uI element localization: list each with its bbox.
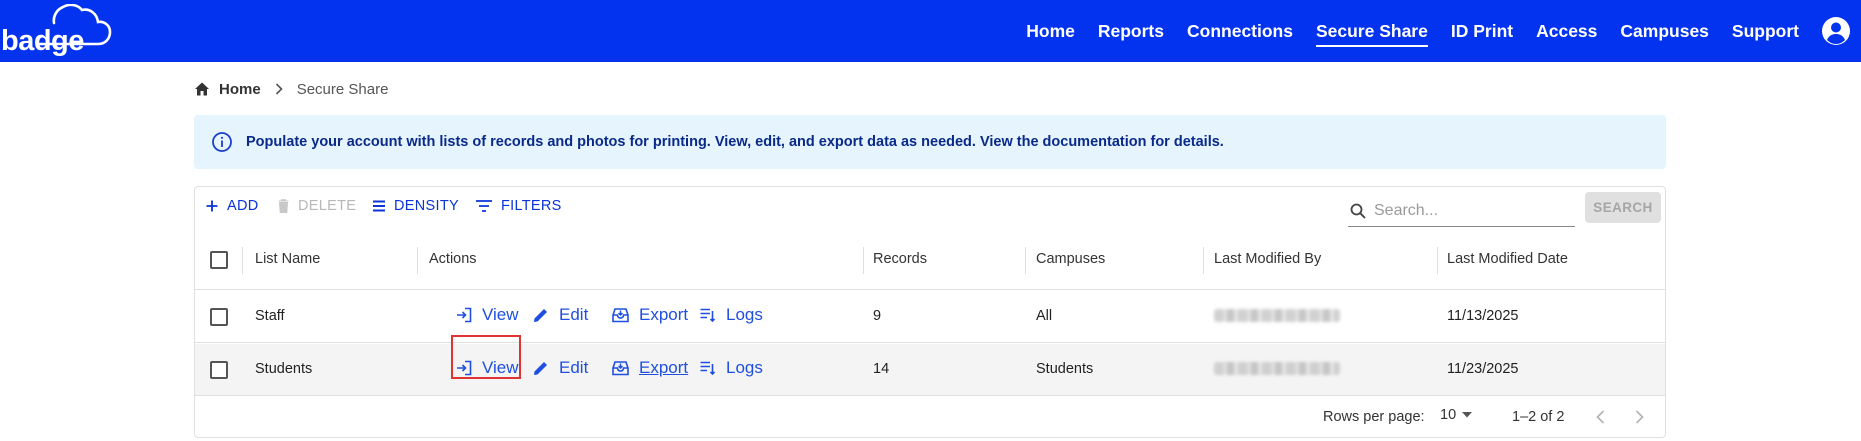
logs-action[interactable]: Logs bbox=[700, 305, 763, 325]
filters-button-label: FILTERS bbox=[501, 198, 562, 214]
home-icon bbox=[195, 82, 209, 96]
list-name-cell: Students bbox=[255, 361, 313, 377]
header-list-name[interactable]: List Name bbox=[255, 251, 320, 267]
density-icon bbox=[373, 200, 385, 212]
logs-action-label: Logs bbox=[726, 305, 763, 324]
row-checkbox[interactable] bbox=[210, 361, 228, 379]
column-separator[interactable] bbox=[863, 247, 864, 274]
login-icon bbox=[457, 307, 472, 323]
nav-item-reports[interactable]: Reports bbox=[1098, 0, 1164, 62]
export-tray-icon bbox=[612, 361, 629, 376]
export-action-label: Export bbox=[639, 358, 689, 377]
column-separator[interactable] bbox=[417, 247, 418, 274]
filters-button[interactable]: FILTERS bbox=[476, 198, 562, 214]
rows-per-page-value: 10 bbox=[1440, 407, 1457, 423]
export-tray-icon bbox=[612, 308, 629, 323]
trash-icon bbox=[278, 199, 289, 213]
pencil-icon bbox=[534, 309, 547, 322]
nav-item-home[interactable]: Home bbox=[1026, 0, 1075, 62]
view-action-label: View bbox=[482, 358, 519, 377]
info-icon bbox=[212, 132, 232, 152]
filter-icon bbox=[476, 200, 492, 212]
header-last-modified-by[interactable]: Last Modified By bbox=[1214, 251, 1321, 267]
breadcrumb-current: Secure Share bbox=[296, 80, 389, 98]
main-nav: Home Reports Connections Secure Share ID… bbox=[1003, 0, 1861, 62]
app-header: badge Home Reports Connections Secure Sh… bbox=[0, 0, 1861, 62]
pagination-range: 1–2 of 2 bbox=[1512, 409, 1565, 425]
list-name-cell: Staff bbox=[255, 308, 285, 324]
delete-button-label: DELETE bbox=[298, 198, 357, 214]
view-action-label: View bbox=[482, 305, 519, 324]
account-circle-icon[interactable] bbox=[1821, 16, 1851, 46]
last-modified-date-cell: 11/23/2025 bbox=[1447, 361, 1519, 377]
redacted-last-modified-by bbox=[1214, 362, 1340, 375]
nav-item-connections[interactable]: Connections bbox=[1187, 0, 1293, 62]
chevron-right-icon[interactable] bbox=[1627, 405, 1651, 429]
breadcrumb: Home Secure Share bbox=[194, 79, 388, 99]
header-actions[interactable]: Actions bbox=[429, 251, 477, 267]
nav-item-secure-share[interactable]: Secure Share bbox=[1315, 0, 1428, 62]
campuses-cell: All bbox=[1036, 308, 1053, 324]
plus-icon bbox=[206, 200, 218, 212]
table-header-row: List Name Actions Records Campuses Last … bbox=[195, 232, 1665, 290]
column-separator[interactable] bbox=[1025, 247, 1026, 274]
logo-text: badge bbox=[1, 25, 84, 57]
edit-action[interactable]: Edit bbox=[533, 305, 588, 325]
edit-action-label: Edit bbox=[559, 305, 589, 324]
table-row[interactable]: Students View Edit Export Logs 14 Studen… bbox=[195, 344, 1665, 396]
chevron-right-icon bbox=[275, 83, 283, 95]
info-banner: Populate your account with lists of reco… bbox=[194, 115, 1666, 169]
select-all-checkbox[interactable] bbox=[210, 251, 228, 269]
rows-per-page-select[interactable]: 10 bbox=[1440, 407, 1473, 423]
nav-item-id-print[interactable]: ID Print bbox=[1451, 0, 1513, 62]
export-action-label: Export bbox=[639, 305, 689, 324]
search-button[interactable]: SEARCH bbox=[1585, 192, 1661, 223]
logs-action[interactable]: Logs bbox=[700, 358, 763, 378]
badge-logo[interactable]: badge bbox=[0, 4, 112, 58]
header-records[interactable]: Records bbox=[873, 251, 927, 267]
nav-item-support[interactable]: Support bbox=[1732, 0, 1799, 62]
table-row[interactable]: Staff View Edit Export Logs 9 All 11/13/… bbox=[195, 291, 1665, 343]
nav-item-access[interactable]: Access bbox=[1536, 0, 1597, 62]
caret-down-icon bbox=[1462, 412, 1473, 418]
logs-action-label: Logs bbox=[726, 358, 763, 377]
list-sort-icon bbox=[700, 308, 716, 323]
login-icon bbox=[457, 360, 472, 376]
column-separator[interactable] bbox=[1203, 247, 1204, 274]
search-icon bbox=[1350, 203, 1366, 219]
last-modified-date-cell: 11/13/2025 bbox=[1447, 308, 1519, 324]
edit-action-label: Edit bbox=[559, 358, 589, 377]
add-button[interactable]: ADD bbox=[206, 198, 259, 214]
edit-action[interactable]: Edit bbox=[533, 358, 588, 378]
campuses-cell: Students bbox=[1036, 361, 1094, 377]
lists-data-grid: ADD DELETE DENSITY FILTERS SEARCH List N… bbox=[194, 186, 1666, 438]
list-sort-icon bbox=[700, 361, 716, 376]
grid-toolbar: ADD DELETE DENSITY FILTERS SEARCH bbox=[195, 187, 1665, 227]
records-cell: 9 bbox=[873, 308, 882, 324]
redacted-last-modified-by bbox=[1214, 309, 1340, 322]
density-button[interactable]: DENSITY bbox=[373, 198, 459, 214]
view-action[interactable]: View bbox=[456, 305, 519, 325]
density-button-label: DENSITY bbox=[394, 198, 459, 214]
search-field bbox=[1348, 195, 1575, 227]
info-banner-text: Populate your account with lists of reco… bbox=[246, 134, 1224, 150]
breadcrumb-home-link[interactable]: Home bbox=[219, 81, 261, 98]
pencil-icon bbox=[534, 362, 547, 375]
header-last-modified-date[interactable]: Last Modified Date bbox=[1447, 251, 1568, 267]
column-separator[interactable] bbox=[242, 247, 243, 274]
records-cell: 14 bbox=[873, 361, 890, 377]
search-input[interactable] bbox=[1374, 201, 1554, 220]
add-button-label: ADD bbox=[227, 198, 259, 214]
export-action[interactable]: Export bbox=[612, 358, 688, 378]
export-action[interactable]: Export bbox=[612, 305, 688, 325]
nav-item-campuses[interactable]: Campuses bbox=[1620, 0, 1709, 62]
row-checkbox[interactable] bbox=[210, 308, 228, 326]
view-action[interactable]: View bbox=[456, 358, 519, 378]
delete-button[interactable]: DELETE bbox=[278, 198, 356, 214]
rows-per-page-label: Rows per page: bbox=[1323, 409, 1425, 425]
header-campuses[interactable]: Campuses bbox=[1036, 251, 1105, 267]
grid-footer: Rows per page: 10 1–2 of 2 bbox=[195, 395, 1665, 439]
chevron-left-icon[interactable] bbox=[1589, 405, 1613, 429]
column-separator[interactable] bbox=[1437, 247, 1438, 274]
